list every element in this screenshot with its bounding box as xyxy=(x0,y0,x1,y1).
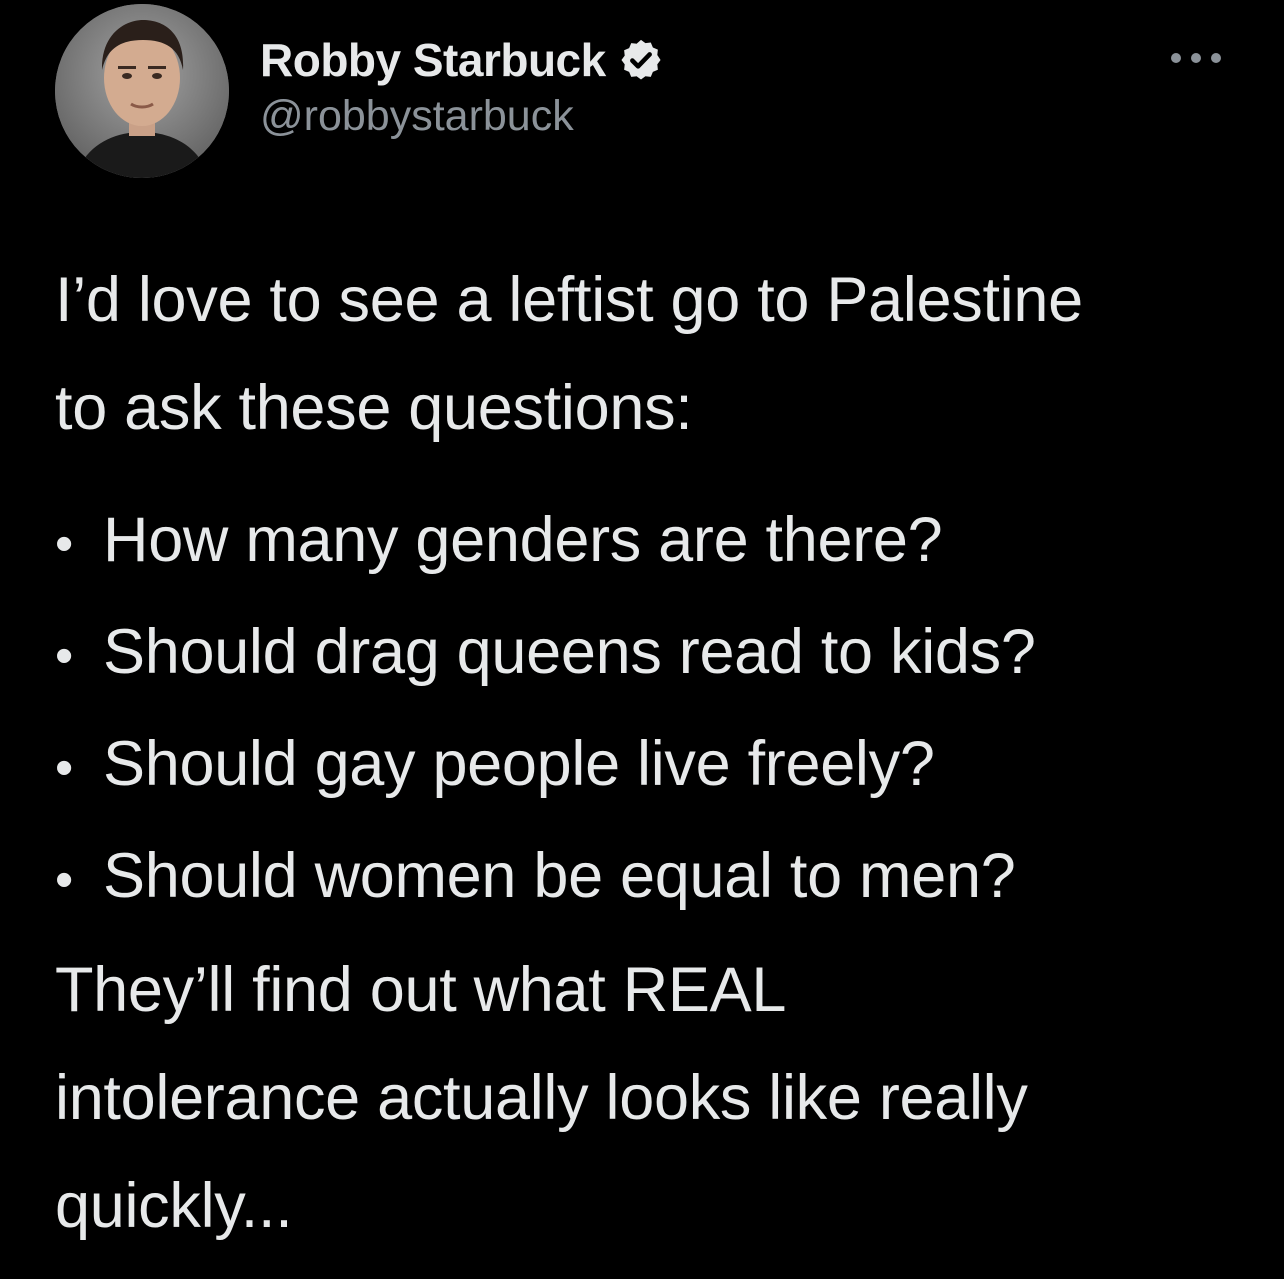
question-text: Should gay people live freely? xyxy=(103,729,935,799)
question-text: Should drag queens read to kids? xyxy=(103,617,1036,687)
bullet-point: • xyxy=(55,739,73,797)
tweet-text-line: quickly... xyxy=(55,1171,293,1241)
author-name-row: Robby Starbuck xyxy=(260,34,664,86)
bullet-point: • xyxy=(55,851,73,909)
tweet-closing-paragraph: They’ll find out what REAL intolerance a… xyxy=(55,936,1255,1260)
bullet-point: • xyxy=(55,627,73,685)
question-text: Should women be equal to men? xyxy=(103,841,1016,911)
list-item: • Should gay people live freely? xyxy=(55,710,1255,822)
list-item: • Should drag queens read to kids? xyxy=(55,598,1255,710)
verified-badge-icon xyxy=(618,37,664,83)
tweet-text-line: I’d love to see a leftist go to Palestin… xyxy=(55,265,1083,335)
question-list: • How many genders are there? • Should d… xyxy=(55,486,1255,934)
avatar[interactable] xyxy=(55,4,229,178)
author-handle[interactable]: @robbystarbuck xyxy=(260,92,574,141)
tweet-intro-paragraph: I’d love to see a leftist go to Palestin… xyxy=(55,246,1255,462)
avatar-photo-icon xyxy=(55,4,229,178)
tweet-text-line: They’ll find out what REAL xyxy=(55,955,787,1025)
bullet-point: • xyxy=(55,515,73,573)
tweet-card: Robby Starbuck @robbystarbuck I’d love t… xyxy=(0,0,1284,1279)
question-text: How many genders are there? xyxy=(103,505,943,575)
author-display-name[interactable]: Robby Starbuck xyxy=(260,33,606,87)
tweet-text-line: intolerance actually looks like really xyxy=(55,1063,1028,1133)
list-item: • Should women be equal to men? xyxy=(55,822,1255,934)
tweet-text-line: to ask these questions: xyxy=(55,373,693,443)
more-horizontal-icon[interactable] xyxy=(1168,50,1224,66)
list-item: • How many genders are there? xyxy=(55,486,1255,598)
